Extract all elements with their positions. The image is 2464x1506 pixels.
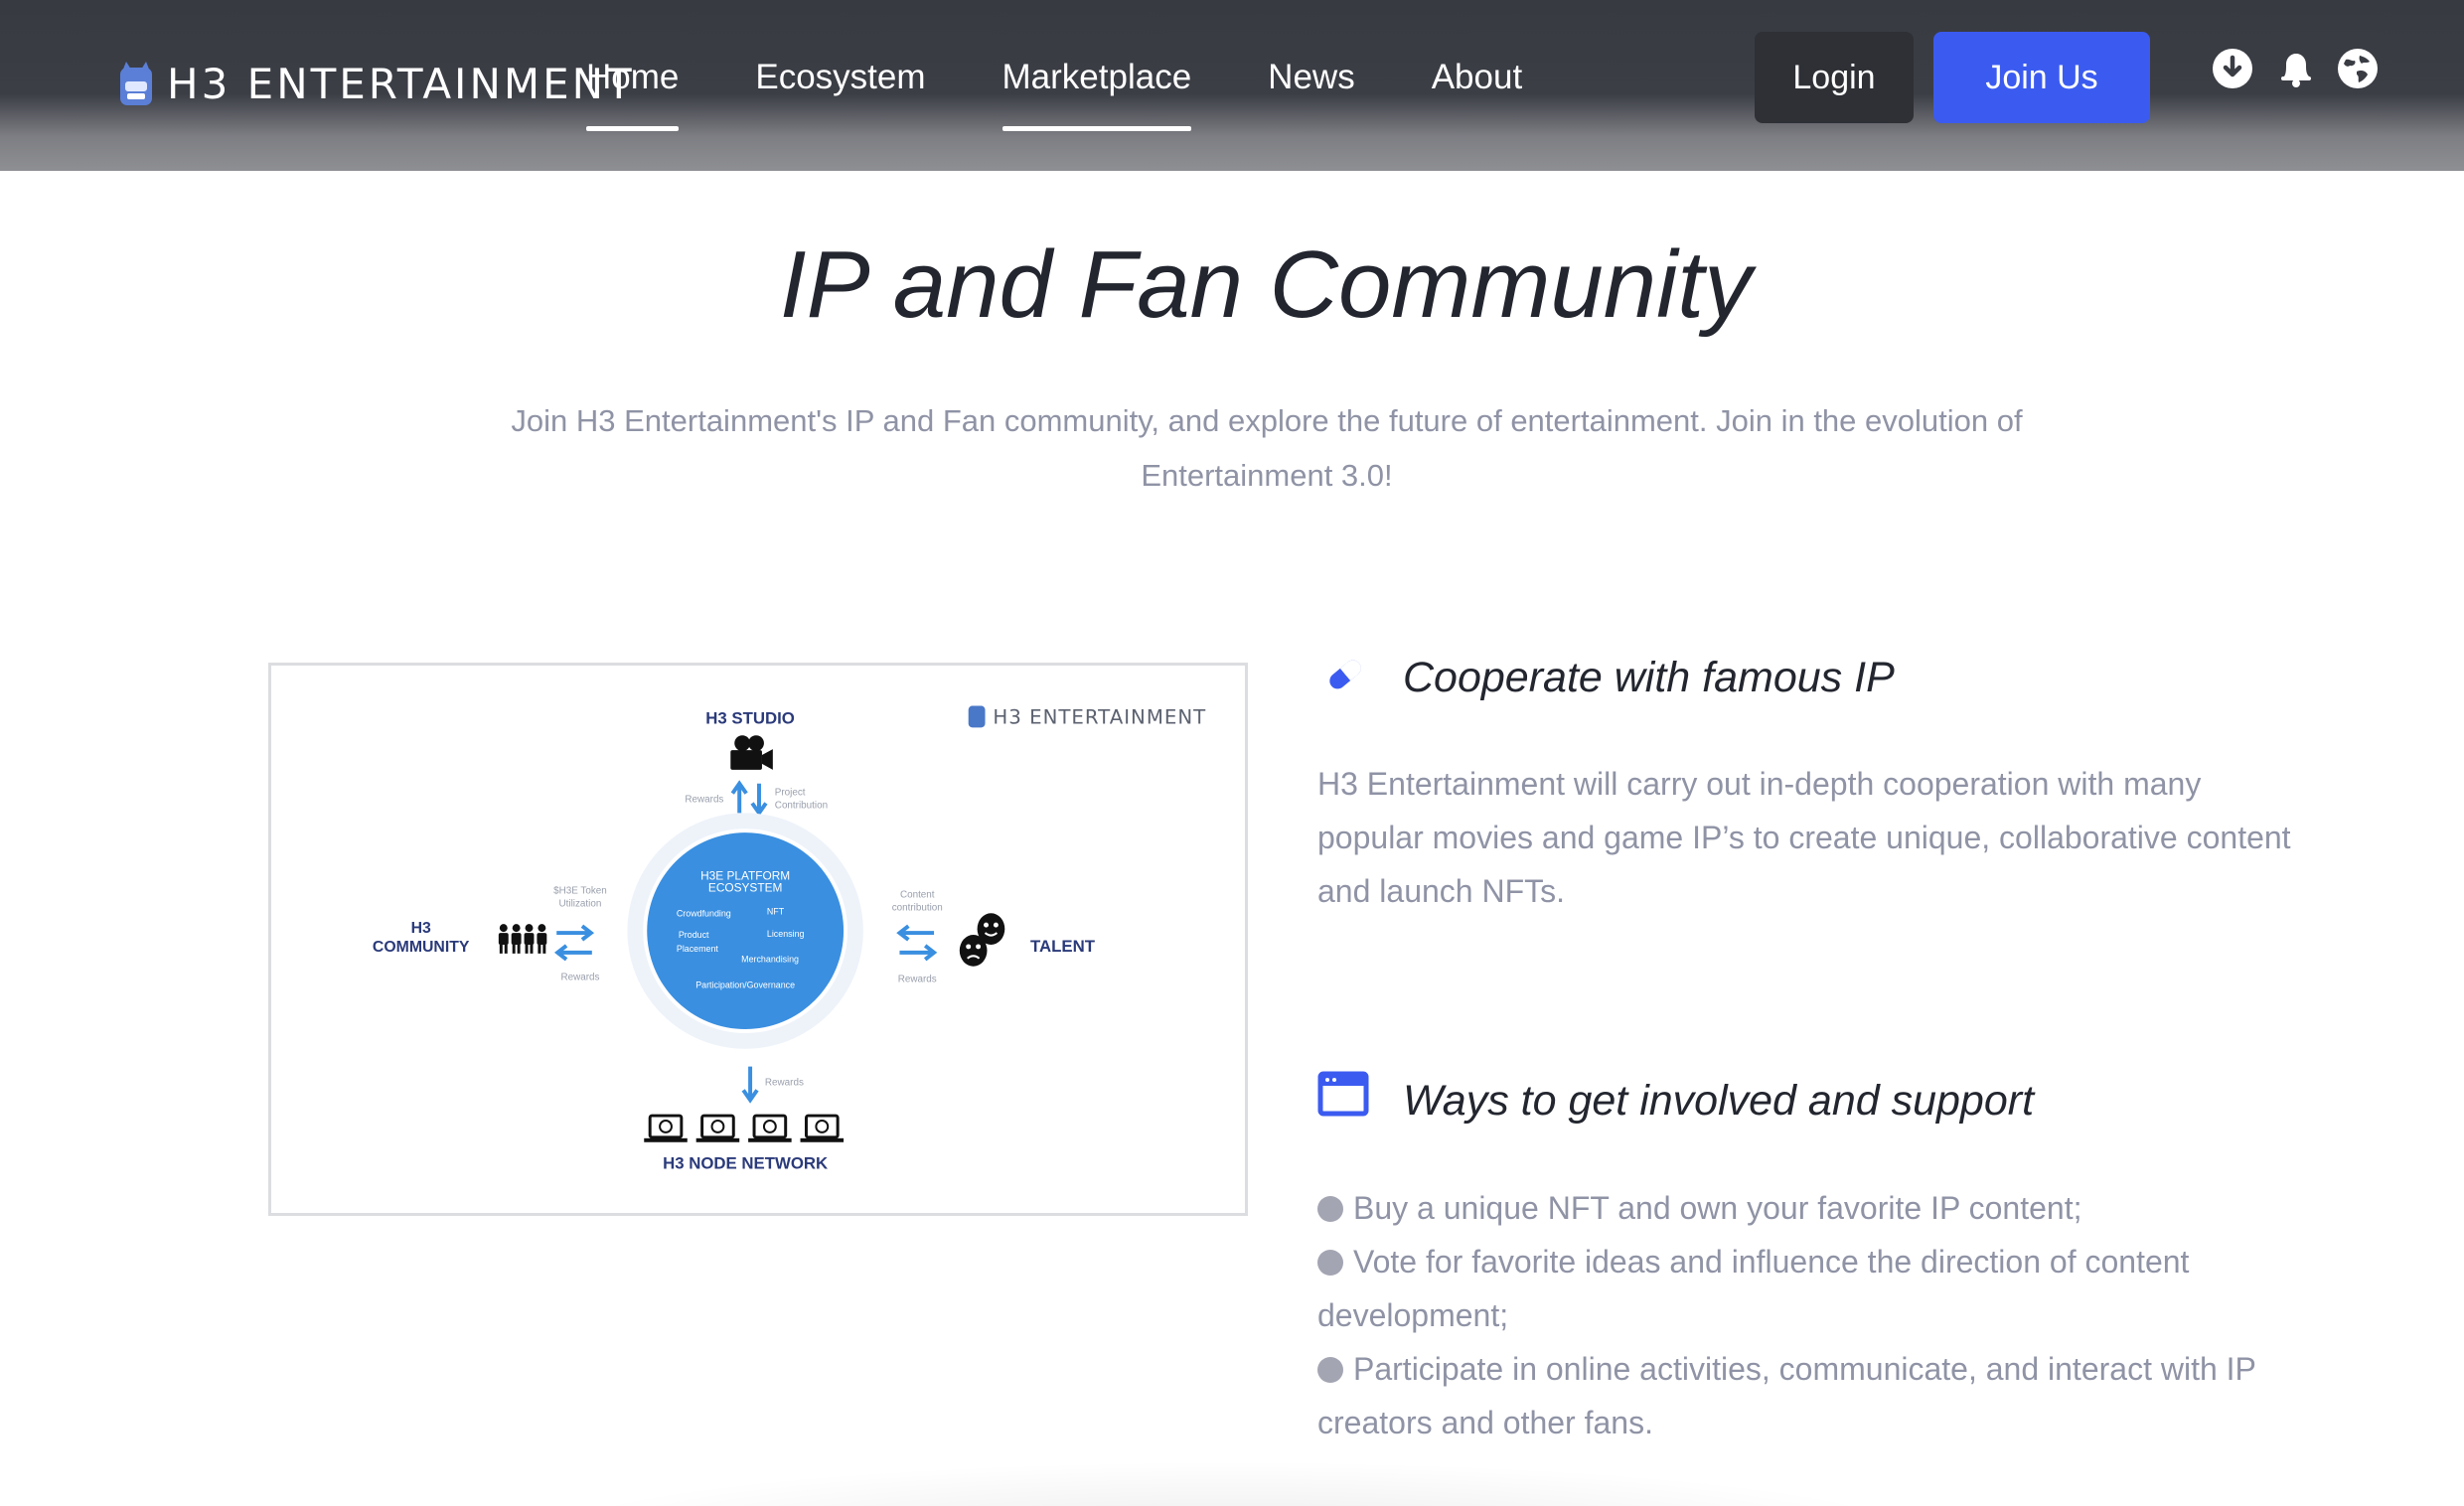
talent-contribution-label-2: contribution	[892, 902, 943, 913]
laptop-2-icon	[695, 1114, 740, 1142]
diagram-node-network-label: H3 NODE NETWORK	[663, 1153, 828, 1172]
nav-ecosystem[interactable]: Ecosystem	[755, 52, 925, 131]
globe-icon[interactable]	[2337, 48, 2379, 89]
nav-home[interactable]: Home	[586, 52, 680, 131]
diagram-brand-logo-icon	[968, 705, 986, 728]
community-rewards-label: Rewards	[560, 973, 599, 983]
bullet-dot	[1317, 1196, 1343, 1222]
nav-news[interactable]: News	[1268, 52, 1355, 131]
theater-masks-icon	[959, 913, 1005, 967]
ecosystem-diagram-svg: H3 ENTERTAINMENT H3 STUDIO Rewards Proje…	[373, 705, 1206, 1172]
notification-bell-icon[interactable]	[2275, 48, 2317, 89]
login-button[interactable]: Login	[1755, 32, 1914, 123]
main-nav: Home Ecosystem Marketplace News About	[586, 52, 1599, 131]
site-header: H3 ENTERTAINMENT Home Ecosystem Marketpl…	[0, 0, 2464, 171]
laptop-1-icon	[644, 1114, 688, 1142]
logo-text: H3 ENTERTAINMENT	[167, 59, 635, 108]
node-rewards-label: Rewards	[765, 1077, 804, 1088]
browser-window-icon	[1317, 1071, 1369, 1117]
feature-title-get-involved: Ways to get involved and support	[1403, 1077, 2035, 1125]
list-item: Participate in online activities, commun…	[1317, 1342, 2311, 1449]
talent-right-arrow	[899, 944, 938, 962]
bullet-text: Vote for favorite ideas and influence th…	[1317, 1244, 2190, 1333]
center-item-crowdfunding: Crowdfunding	[677, 908, 731, 918]
download-icon[interactable]	[2212, 48, 2253, 89]
list-item: Vote for favorite ideas and influence th…	[1317, 1235, 2311, 1342]
section-divider-shadow	[517, 1460, 1947, 1506]
ecosystem-center-circle	[647, 832, 845, 1030]
community-right-arrow	[556, 924, 595, 942]
logo-mascot-icon	[120, 62, 152, 105]
site-logo[interactable]: H3 ENTERTAINMENT	[117, 56, 635, 111]
people-group-icon	[498, 924, 547, 954]
center-item-merchandising: Merchandising	[741, 955, 799, 965]
join-us-button[interactable]: Join Us	[1933, 32, 2150, 123]
community-token-label-2: Utilization	[559, 898, 602, 909]
bullet-text: Participate in online activities, commun…	[1317, 1351, 2256, 1440]
page-title: IP and Fan Community	[779, 231, 1753, 338]
center-item-placement: Placement	[677, 944, 719, 954]
studio-down-arrow	[750, 783, 768, 817]
community-token-label-1: $H3E Token	[553, 886, 607, 897]
nav-about[interactable]: About	[1432, 52, 1522, 131]
talent-contribution-label-1: Content	[900, 889, 935, 900]
diagram-talent-label: TALENT	[1030, 937, 1096, 956]
bullet-text: Buy a unique NFT and own your favorite I…	[1353, 1190, 2082, 1226]
bullet-dot	[1317, 1357, 1343, 1383]
laptop-3-icon	[748, 1114, 792, 1142]
talent-rewards-label: Rewards	[898, 975, 937, 985]
center-item-nft: NFT	[767, 906, 785, 916]
feature-title-cooperate: Cooperate with famous IP	[1403, 654, 1895, 701]
feature-bullets-get-involved: Buy a unique NFT and own your favorite I…	[1317, 1181, 2311, 1449]
list-item: Buy a unique NFT and own your favorite I…	[1317, 1181, 2311, 1235]
studio-contribution-label-1: Project	[775, 788, 806, 799]
ecosystem-diagram: H3 ENTERTAINMENT H3 STUDIO Rewards Proje…	[268, 663, 1248, 1216]
talent-left-arrow	[896, 924, 935, 942]
center-title-2: ECOSYSTEM	[708, 881, 782, 895]
diagram-studio-label: H3 STUDIO	[705, 708, 795, 727]
feature-desc-cooperate: H3 Entertainment will carry out in-depth…	[1317, 766, 2291, 909]
studio-rewards-label: Rewards	[685, 795, 723, 806]
studio-up-arrow	[730, 780, 748, 814]
node-down-arrow	[741, 1066, 759, 1104]
center-item-product: Product	[679, 930, 709, 940]
pill-icon	[1329, 660, 1361, 689]
center-item-licensing: Licensing	[767, 929, 805, 939]
diagram-brand-text: H3 ENTERTAINMENT	[993, 705, 1206, 728]
bullet-dot	[1317, 1250, 1343, 1276]
studio-contribution-label-2: Contribution	[775, 800, 828, 811]
community-left-arrow	[553, 944, 592, 962]
community-label-2: COMMUNITY	[373, 939, 470, 956]
page-subtitle: Join H3 Entertainment's IP and Fan commu…	[511, 403, 2023, 493]
nav-marketplace[interactable]: Marketplace	[1001, 52, 1191, 131]
movie-camera-icon	[730, 735, 773, 770]
laptop-4-icon	[800, 1114, 845, 1142]
community-label-1: H3	[411, 920, 431, 937]
center-item-governance: Participation/Governance	[695, 979, 795, 989]
